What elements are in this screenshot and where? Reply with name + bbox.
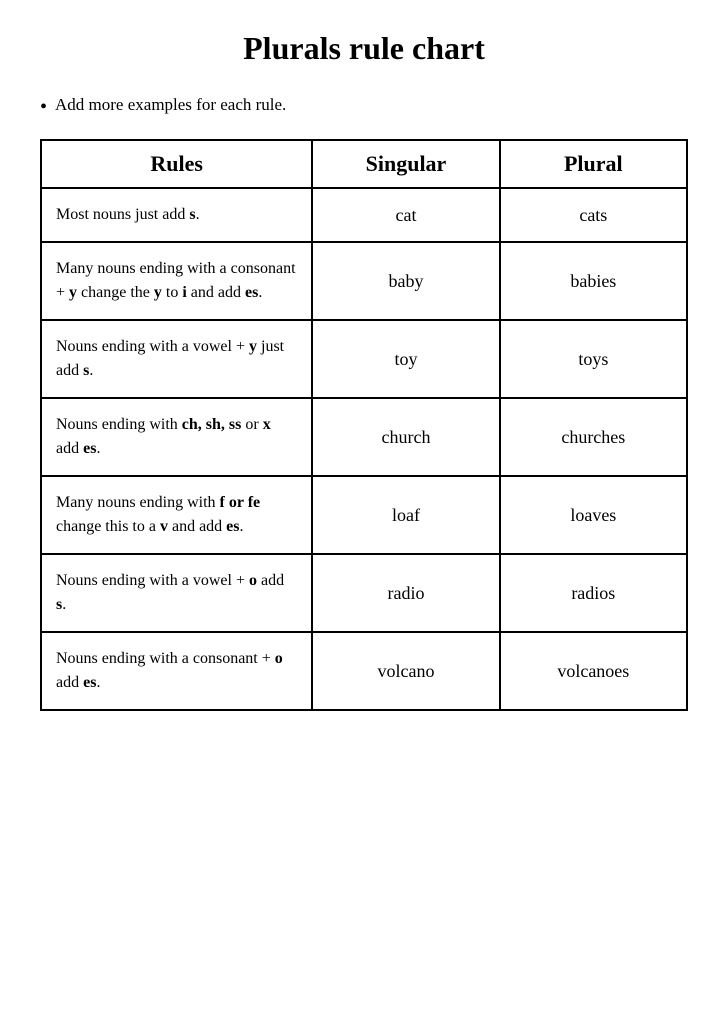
singular-cell-1: baby xyxy=(312,242,499,320)
plural-cell-3: churches xyxy=(500,398,687,476)
instruction-text: • Add more examples for each rule. xyxy=(40,95,688,119)
page-title: Plurals rule chart xyxy=(40,30,688,67)
table-row: Many nouns ending with a consonant + y c… xyxy=(41,242,687,320)
rule-cell-0: Most nouns just add s. xyxy=(41,188,312,242)
table-row: Many nouns ending with f or fe change th… xyxy=(41,476,687,554)
plural-cell-4: loaves xyxy=(500,476,687,554)
plural-cell-1: babies xyxy=(500,242,687,320)
rule-cell-4: Many nouns ending with f or fe change th… xyxy=(41,476,312,554)
singular-cell-2: toy xyxy=(312,320,499,398)
singular-cell-4: loaf xyxy=(312,476,499,554)
plural-cell-0: cats xyxy=(500,188,687,242)
singular-cell-6: volcano xyxy=(312,632,499,710)
header-plural: Plural xyxy=(500,140,687,188)
singular-cell-3: church xyxy=(312,398,499,476)
table-row: Nouns ending with a vowel + o add s.radi… xyxy=(41,554,687,632)
table-row: Nouns ending with ch, sh, ss or x add es… xyxy=(41,398,687,476)
header-singular: Singular xyxy=(312,140,499,188)
plural-cell-5: radios xyxy=(500,554,687,632)
table-row: Nouns ending with a vowel + y just add s… xyxy=(41,320,687,398)
rule-cell-1: Many nouns ending with a consonant + y c… xyxy=(41,242,312,320)
singular-cell-5: radio xyxy=(312,554,499,632)
table-row: Nouns ending with a consonant + o add es… xyxy=(41,632,687,710)
header-rules: Rules xyxy=(41,140,312,188)
instruction-label: Add more examples for each rule. xyxy=(55,95,286,115)
plurals-table: Rules Singular Plural Most nouns just ad… xyxy=(40,139,688,711)
singular-cell-0: cat xyxy=(312,188,499,242)
rule-cell-3: Nouns ending with ch, sh, ss or x add es… xyxy=(41,398,312,476)
rule-cell-5: Nouns ending with a vowel + o add s. xyxy=(41,554,312,632)
plural-cell-6: volcanoes xyxy=(500,632,687,710)
rule-cell-2: Nouns ending with a vowel + y just add s… xyxy=(41,320,312,398)
table-header-row: Rules Singular Plural xyxy=(41,140,687,188)
rule-cell-6: Nouns ending with a consonant + o add es… xyxy=(41,632,312,710)
plural-cell-2: toys xyxy=(500,320,687,398)
bullet-point: • xyxy=(40,95,47,119)
table-row: Most nouns just add s.catcats xyxy=(41,188,687,242)
